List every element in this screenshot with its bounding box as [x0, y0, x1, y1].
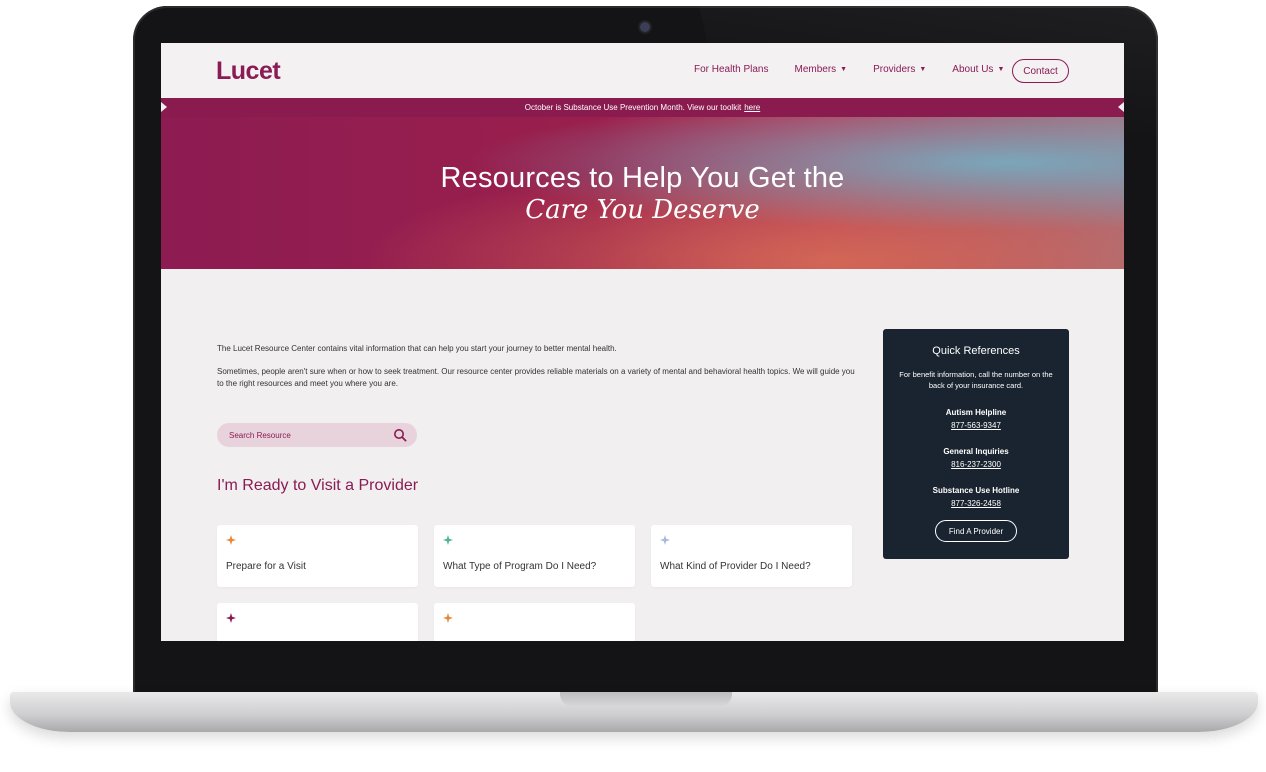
webcam-icon — [640, 22, 650, 32]
phone-link-substance-use-hotline[interactable]: 877-326-2458 — [883, 499, 1069, 508]
nav-item-about-us[interactable]: About Us ▼ — [952, 64, 1004, 75]
sparkle-icon — [226, 613, 236, 623]
resource-card-program-type[interactable]: What Type of Program Do I Need? — [434, 525, 635, 587]
card-title: What Kind of Provider Do I Need? — [660, 561, 811, 572]
sparkle-icon — [660, 535, 670, 545]
resource-card-provider-kind[interactable]: What Kind of Provider Do I Need? — [651, 525, 852, 587]
intro-paragraph-2: Sometimes, people aren't sure when or ho… — [217, 367, 855, 388]
hero-section: Resources to Help You Get the Care You D… — [161, 117, 1124, 269]
resource-card-partial[interactable] — [217, 603, 418, 641]
top-navigation: Lucet For Health Plans Members ▼ Provide… — [161, 43, 1124, 98]
quick-references-description: For benefit information, call the number… — [899, 370, 1053, 390]
nav-item-label: About Us — [952, 64, 994, 75]
banner-text: October is Substance Use Prevention Mont… — [524, 103, 742, 112]
announcement-banner: October is Substance Use Prevention Mont… — [161, 98, 1124, 117]
find-a-provider-button[interactable]: Find A Provider — [935, 520, 1017, 542]
contact-label: General Inquiries — [943, 447, 1009, 456]
section-heading: I'm Ready to Visit a Provider — [217, 477, 419, 494]
search-icon[interactable] — [393, 428, 407, 442]
contact-label: Autism Helpline — [945, 408, 1007, 417]
caret-down-icon: ▼ — [919, 66, 927, 73]
phone-link-autism-helpline[interactable]: 877-563-9347 — [883, 421, 1069, 430]
nav-item-label: For Health Plans — [694, 64, 769, 75]
quick-references-panel: Quick References For benefit information… — [883, 329, 1069, 559]
caret-down-icon: ▼ — [840, 66, 848, 73]
banner-notch-left — [161, 102, 167, 112]
sparkle-icon — [443, 535, 453, 545]
lucet-logo[interactable]: Lucet — [216, 57, 281, 86]
nav-item-for-health-plans[interactable]: For Health Plans — [694, 64, 768, 75]
contact-label: Substance Use Hotline — [932, 486, 1020, 495]
sparkle-icon — [226, 535, 236, 545]
caret-down-icon: ▼ — [997, 66, 1005, 73]
nav-item-providers[interactable]: Providers ▼ — [873, 64, 926, 75]
sparkle-icon — [443, 613, 453, 623]
quick-references-title: Quick References — [932, 345, 1020, 357]
contact-button[interactable]: Contact — [1012, 59, 1069, 83]
intro-paragraph-1: The Lucet Resource Center contains vital… — [217, 344, 617, 353]
resource-card-partial[interactable] — [434, 603, 635, 641]
nav-links: For Health Plans Members ▼ Providers ▼ A… — [694, 64, 1030, 75]
card-title: What Type of Program Do I Need? — [443, 561, 597, 572]
banner-notch-right — [1118, 102, 1124, 112]
nav-item-members[interactable]: Members ▼ — [794, 64, 847, 75]
nav-item-label: Providers — [873, 64, 916, 75]
phone-link-general-inquiries[interactable]: 816-237-2300 — [883, 460, 1069, 469]
nav-item-label: Members — [794, 64, 837, 75]
search-resource-box — [217, 423, 417, 447]
hero-subtitle: Care You Deserve — [525, 195, 760, 225]
resource-card-prepare-visit[interactable]: Prepare for a Visit — [217, 525, 418, 587]
search-input[interactable] — [229, 428, 379, 442]
banner-toolkit-link[interactable]: here — [744, 103, 760, 112]
card-title: Prepare for a Visit — [226, 561, 306, 572]
laptop-base-notch — [560, 692, 732, 706]
browser-screen: Lucet For Health Plans Members ▼ Provide… — [161, 43, 1124, 641]
hero-title: Resources to Help You Get the — [440, 162, 845, 194]
